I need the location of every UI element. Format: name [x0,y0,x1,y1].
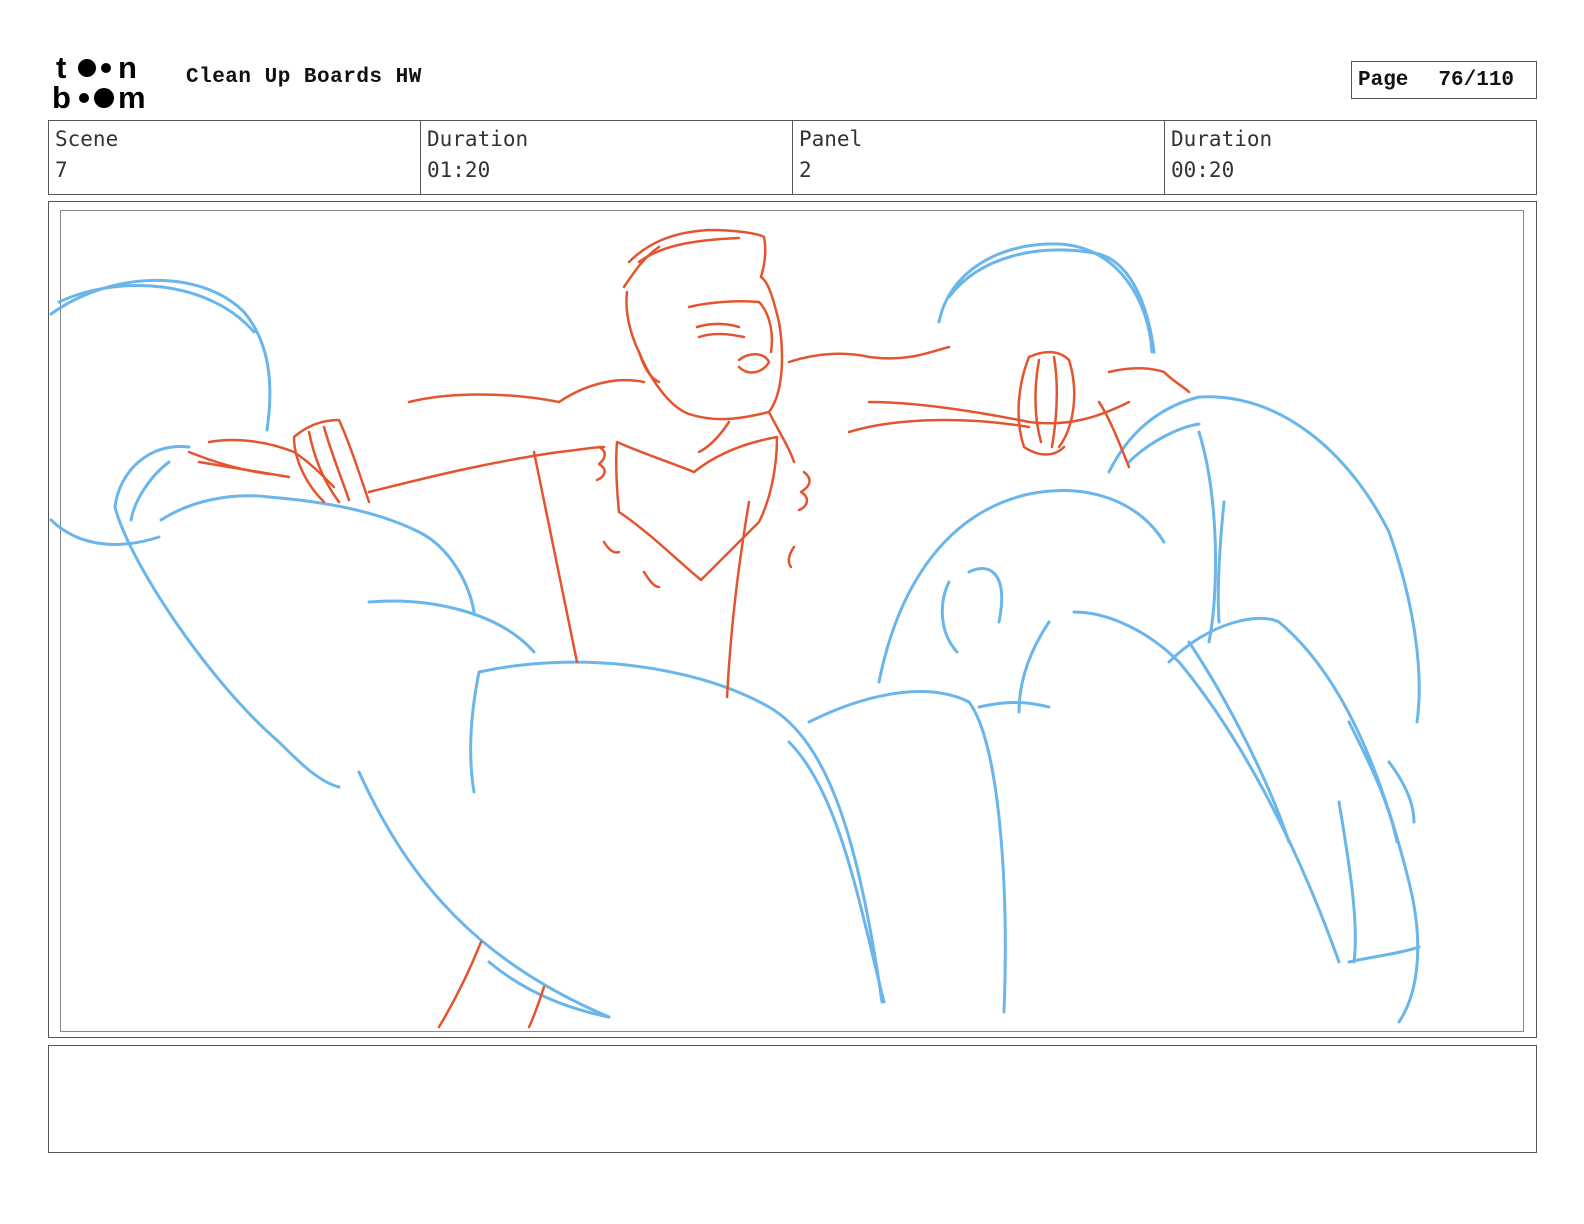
storyboard-panel [48,201,1537,1038]
panel-sketch [49,228,1421,1029]
scene-duration-label: Duration [427,127,529,151]
svg-text:m: m [118,80,146,112]
panel-info-table: Scene 7 Duration 01:20 Panel 2 Duration … [48,120,1537,195]
page-number: 76/110 [1438,68,1515,92]
page-label: Page [1358,68,1409,92]
svg-text:b: b [52,80,71,112]
panel-label: Panel [799,127,863,151]
page-indicator: Page 76/110 [1351,61,1537,99]
panel-notes-box[interactable] [48,1045,1537,1153]
scene-duration-value: 01:20 [427,158,491,182]
panel-cell: Panel 2 [793,121,1165,194]
red-rough-sketch [187,228,1191,1029]
scene-cell: Scene 7 [49,121,421,194]
toon-boom-logo: t n b m [52,50,146,112]
panel-value: 2 [799,158,812,182]
panel-duration-value: 00:20 [1171,158,1235,182]
project-title: Clean Up Boards HW [186,66,422,89]
scene-duration-cell: Duration 01:20 [421,121,793,194]
scene-label: Scene [55,127,119,151]
panel-duration-cell: Duration 00:20 [1165,121,1536,194]
scene-value: 7 [55,158,68,182]
blue-rough-sketch [49,242,1421,1024]
panel-duration-label: Duration [1171,127,1273,151]
